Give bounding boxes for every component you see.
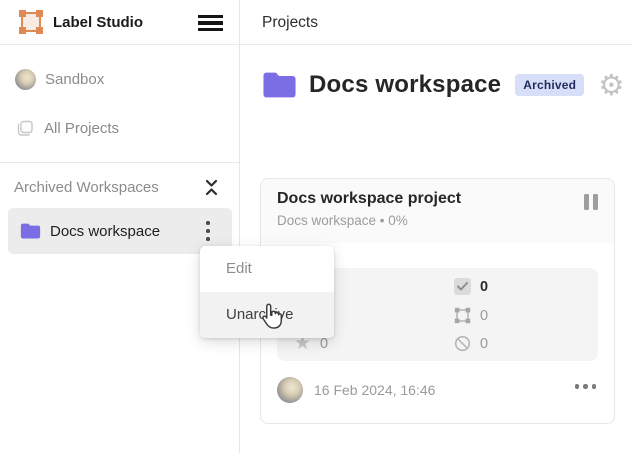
workspace-folder-icon [262, 70, 297, 100]
hamburger-menu-button[interactable] [198, 15, 223, 31]
section-label: Archived Workspaces [14, 179, 159, 196]
settings-gear-icon[interactable]: ⚙ [598, 71, 624, 100]
stat-value: 0 [480, 336, 488, 352]
main-content: Projects Docs workspace Archived ⚙ Docs … [240, 0, 632, 453]
pause-icon[interactable] [584, 194, 598, 210]
stat-value: 0 [480, 308, 488, 324]
project-card-header: Docs workspace project Docs workspace • … [261, 179, 614, 243]
creator-avatar [277, 377, 303, 403]
archived-badge: Archived [515, 74, 584, 96]
stat-value: 0 [480, 279, 488, 295]
project-card-subtitle: Docs workspace • 0% [277, 213, 598, 228]
sidebar-item-label: All Projects [44, 120, 119, 137]
project-card-footer: 16 Feb 2024, 16:46 [277, 370, 598, 410]
user-avatar [15, 69, 36, 90]
archived-workspaces-header[interactable]: Archived Workspaces [0, 174, 239, 200]
folder-icon [20, 222, 41, 240]
workspace-title: Docs workspace [309, 71, 501, 99]
menu-item-edit[interactable]: Edit [200, 246, 334, 292]
sidebar-header: Label Studio [0, 0, 239, 45]
sidebar: Label Studio Sandbox All Projects Archiv… [0, 0, 240, 453]
app-title: Label Studio [53, 0, 143, 45]
sidebar-item-label: Docs workspace [50, 223, 160, 240]
sidebar-item-docs-workspace[interactable]: Docs workspace [8, 208, 232, 254]
label-studio-logo-icon [21, 12, 41, 32]
check-icon [454, 278, 471, 295]
label-studio-app: Label Studio Sandbox All Projects Archiv… [0, 0, 632, 453]
sidebar-item-sandbox[interactable]: Sandbox [0, 64, 239, 94]
stat-annotations: 0 [454, 307, 488, 324]
context-menu: Edit Unarchive [200, 246, 334, 338]
workspace-header: Docs workspace Archived ⚙ [262, 66, 624, 104]
created-date: 16 Feb 2024, 16:46 [314, 382, 435, 398]
collapse-icon[interactable] [203, 177, 220, 198]
page-title: Projects [262, 0, 318, 45]
menu-item-unarchive[interactable]: Unarchive [200, 292, 334, 338]
main-header: Projects [240, 0, 632, 45]
stat-completed: 0 [454, 278, 488, 295]
card-menu-icon[interactable] [575, 384, 597, 389]
sidebar-item-label: Sandbox [45, 71, 104, 88]
sidebar-divider [0, 162, 239, 163]
kebab-menu-icon[interactable] [202, 219, 214, 243]
sidebar-item-all-projects[interactable]: All Projects [0, 113, 239, 143]
projects-stack-icon [15, 118, 35, 138]
blocked-icon [454, 335, 471, 352]
bbox-icon [454, 307, 471, 324]
stat-skipped: 0 [454, 335, 488, 352]
project-card-title: Docs workspace project [277, 190, 598, 208]
